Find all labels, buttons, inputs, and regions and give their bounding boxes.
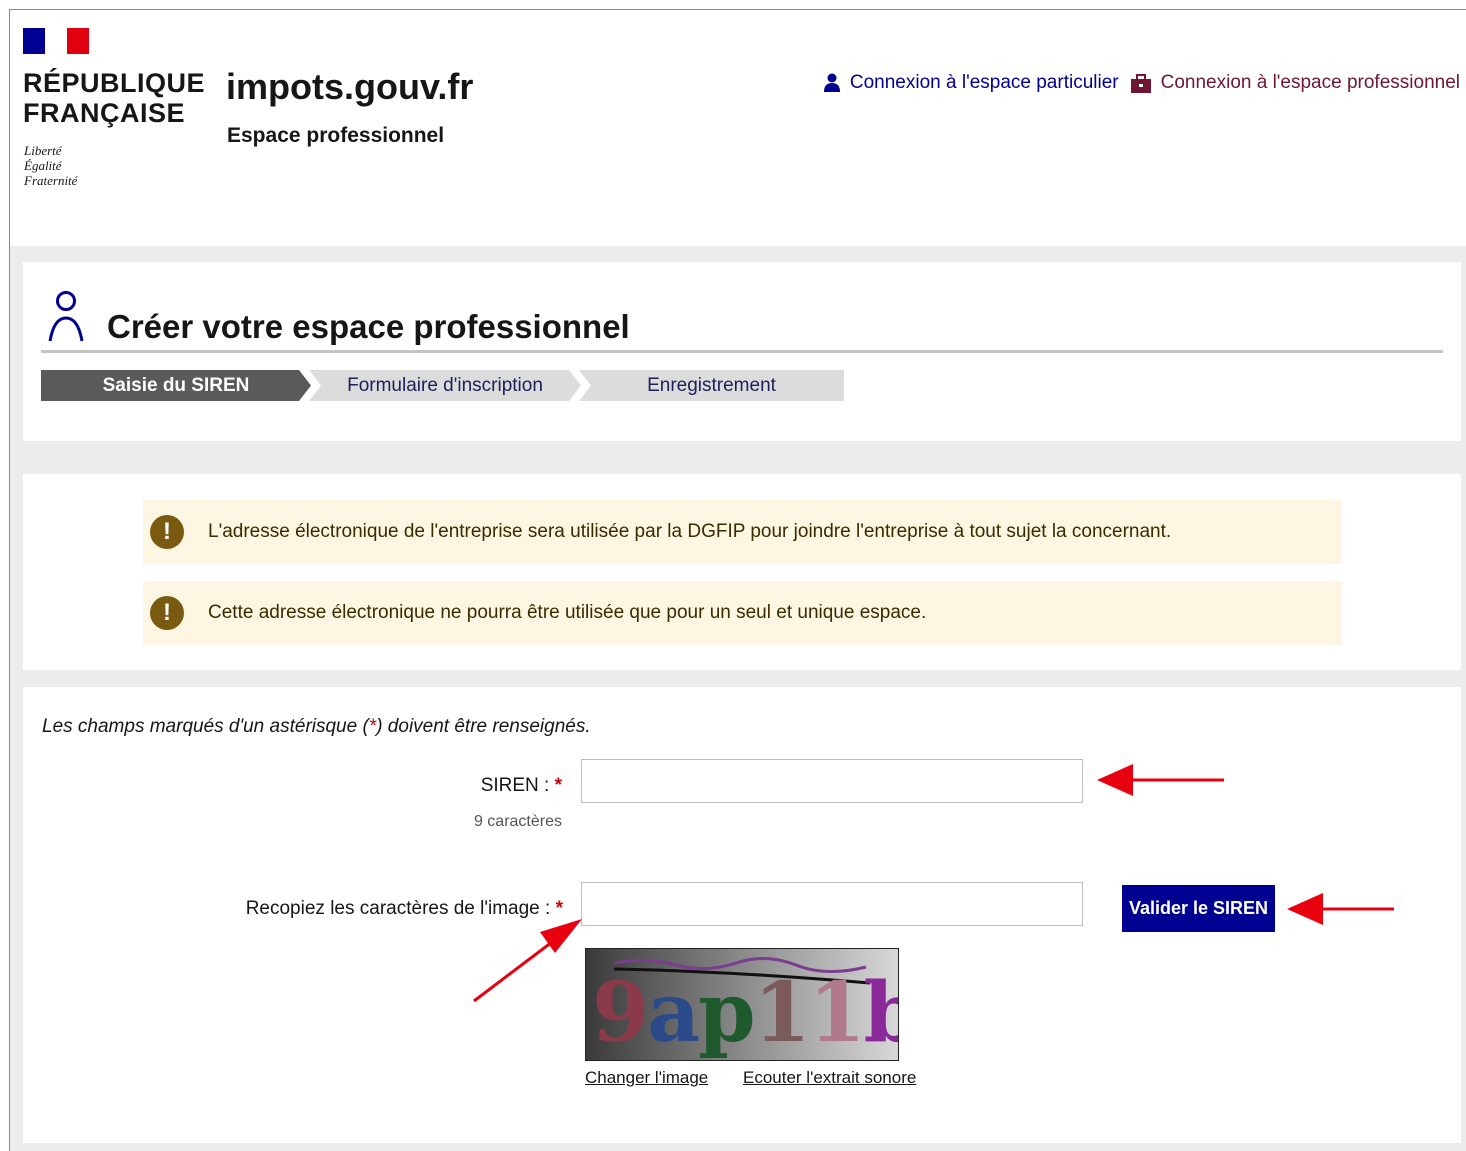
annotation-arrows bbox=[473, 764, 1394, 1003]
arrow-to-siren bbox=[1097, 764, 1224, 796]
arrow-to-captcha bbox=[473, 919, 582, 1003]
arrow-to-button bbox=[1287, 893, 1394, 925]
